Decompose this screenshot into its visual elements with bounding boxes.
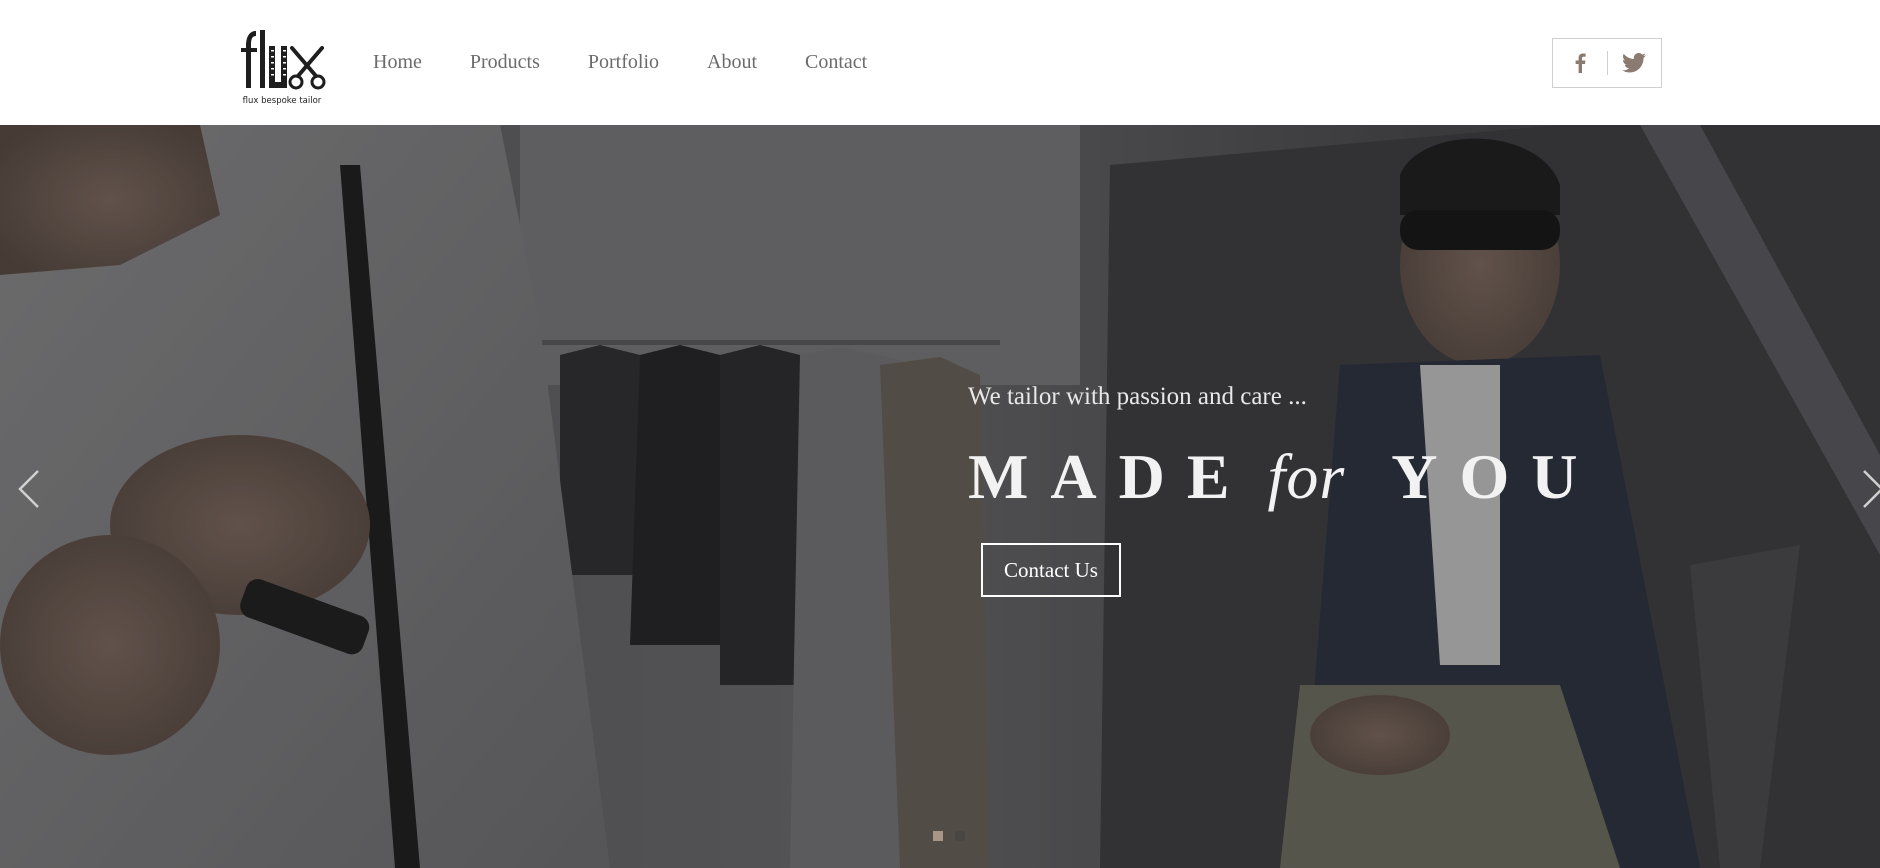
twitter-link[interactable] <box>1607 39 1661 87</box>
nav-home[interactable]: Home <box>373 48 422 76</box>
chevron-right-icon <box>1863 470 1880 508</box>
hero-tagline: We tailor with passion and care ... <box>968 383 1307 410</box>
logo[interactable]: flux bespoke tailor <box>236 28 328 106</box>
hero-slider: We tailor with passion and care ... MADE… <box>0 125 1880 868</box>
nav-contact[interactable]: Contact <box>805 48 867 76</box>
chevron-left-icon <box>18 470 39 508</box>
slider-next-button[interactable] <box>1858 467 1880 511</box>
contact-us-button[interactable]: Contact Us <box>981 543 1121 597</box>
nav-portfolio[interactable]: Portfolio <box>588 48 659 76</box>
slider-prev-button[interactable] <box>14 467 44 511</box>
social-links <box>1552 38 1662 88</box>
flux-logo-graphic <box>241 30 326 90</box>
nav-products[interactable]: Products <box>470 48 540 76</box>
headline-made: MADE <box>968 441 1252 512</box>
main-nav: Home Products Portfolio About Contact <box>373 48 915 76</box>
logo-tagline: flux bespoke tailor <box>242 96 322 106</box>
twitter-icon <box>1622 53 1647 73</box>
slider-pagination <box>933 831 965 841</box>
nav-about[interactable]: About <box>707 48 757 76</box>
facebook-icon <box>1575 53 1586 73</box>
headline-for: for <box>1267 441 1346 512</box>
headline-you: YOU <box>1391 441 1600 512</box>
hero-headline: MADE for YOU <box>968 437 1599 517</box>
slider-dot-2[interactable] <box>955 831 965 841</box>
facebook-link[interactable] <box>1553 39 1607 87</box>
slider-dot-1[interactable] <box>933 831 943 841</box>
site-header: flux bespoke tailor Home Products Portfo… <box>0 0 1880 125</box>
